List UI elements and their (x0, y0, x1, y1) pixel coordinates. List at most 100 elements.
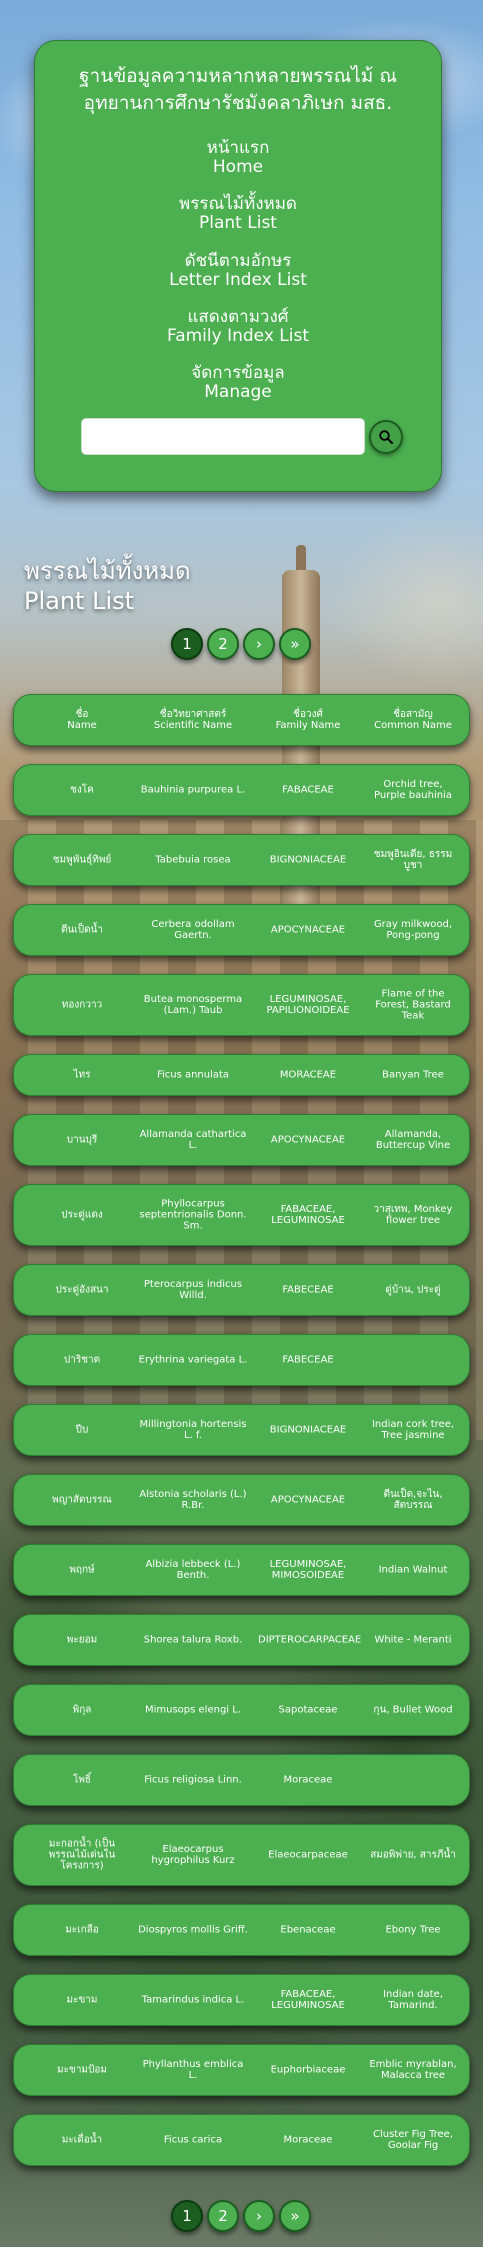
last-page-button[interactable]: » (279, 2200, 311, 2232)
cell-common: Gray milkwood, Pong-pong (373, 919, 453, 941)
nav-plant-list-en: Plant List (199, 213, 277, 233)
next-page-button[interactable]: › (243, 628, 275, 660)
cell-name: พญาสัตบรรณ (52, 1494, 112, 1506)
cell-name: ไทร (73, 1069, 91, 1081)
table-row[interactable]: ตีนเป็ดน้ำ Cerbera odollam Gaertn. APOCY… (13, 904, 470, 956)
page-1-button[interactable]: 1 (171, 628, 203, 660)
table-row[interactable]: โพธิ์ Ficus religiosa Linn. Moraceae (13, 1754, 470, 1806)
cell-common: ชมพูอินเดีย, ธรรมบูชา (373, 849, 453, 871)
cell-family: BIGNONIACEAE (269, 854, 347, 866)
cell-scientific: Phyllanthus emblica L. (142, 2059, 244, 2081)
table-row[interactable]: มะเดื่อน้ำ Ficus carica Moraceae Cluster… (13, 2114, 470, 2166)
cell-family: Ebenaceae (280, 1924, 336, 1936)
nav-family-index-en: Family Index List (166, 326, 310, 346)
table-row[interactable]: ปาริชาต Erythrina variegata L. FABECEAE (13, 1334, 470, 1386)
cell-family: BIGNONIACEAE (269, 1424, 347, 1436)
header-common-th: ชื่อสามัญ (393, 709, 433, 720)
cell-common: Indian date, Tamarind. (383, 1989, 443, 2011)
cell-scientific: Phyllocarpus septentrionalis Donn. Sm. (139, 1198, 247, 1232)
cell-family: Elaeocarpaceae (268, 1849, 348, 1861)
table-row[interactable]: บานบุรี Allamanda cathartica L. APOCYNAC… (13, 1114, 470, 1166)
cell-name: พฤกษ์ (69, 1564, 95, 1576)
cell-common: Emblic myrablan, Malacca tree (369, 2059, 457, 2081)
table-row[interactable]: พิกุล Mimusops elengi L. Sapotaceae กุน,… (13, 1684, 470, 1736)
header-scientific-th: ชื่อวิทยาศาสตร์ (159, 709, 227, 720)
site-title: ฐานข้อมูลความหลากหลายพรรณไม้ ณ อุทยานการ… (53, 63, 423, 117)
cell-family: APOCYNACEAE (270, 1134, 346, 1146)
page-title-en: Plant List (24, 587, 135, 615)
last-page-button[interactable]: » (279, 628, 311, 660)
cell-name: ชมพูพันธุ์ทิพย์ (52, 854, 112, 866)
header-family: ชื่อวงศ์ Family Name (258, 709, 358, 731)
cell-common: กุน, Bullet Wood (373, 1704, 453, 1716)
header-name: ชื่อ Name (36, 709, 128, 731)
cell-family: APOCYNACEAE (270, 924, 346, 936)
table-row[interactable]: มะขามป้อม Phyllanthus emblica L. Euphorb… (13, 2044, 470, 2096)
cell-common: สมอพิพ่าย, สารภีน้ำ (370, 1849, 456, 1861)
nav-plant-list[interactable]: พรรณไม้ทั้งหมด Plant List (35, 195, 441, 233)
next-page-button[interactable]: › (243, 2200, 275, 2232)
table-row[interactable]: พฤกษ์ Albizia lebbeck (L.) Benth. LEGUMI… (13, 1544, 470, 1596)
cell-common: Orchid tree, Purple bauhinia (374, 779, 452, 801)
table-row[interactable]: พะยอม Shorea talura Roxb. DIPTEROCARPACE… (13, 1614, 470, 1666)
cell-family: FABACEAE (282, 784, 334, 796)
cell-scientific: Mimusops elengi L. (144, 1704, 242, 1716)
page-title: พรรณไม้ทั้งหมด Plant List (24, 556, 191, 616)
cell-family: Euphorbiaceae (270, 2064, 346, 2076)
table-row[interactable]: ชงโค Bauhinia purpurea L. FABACEAE Orchi… (13, 764, 470, 816)
double-chevron-right-icon: » (290, 635, 300, 653)
cell-family: FABACEAE, LEGUMINOSAE (271, 1204, 345, 1226)
cell-common: Indian cork tree, Tree jasmine (371, 1419, 455, 1441)
table-header: ชื่อ Name ชื่อวิทยาศาสตร์ Scientific Nam… (13, 694, 470, 746)
table-row[interactable]: พญาสัตบรรณ Alstonia scholaris (L.) R.Br.… (13, 1474, 470, 1526)
site-title-line2: อุทยานการศึกษารัชมังคลาภิเษก มสธ. (83, 92, 393, 114)
table-row[interactable]: มะกอกน้ำ (เป็นพรรณไม้เด่นในโครงการ) Elae… (13, 1824, 470, 1886)
cell-name: มะขาม (66, 1994, 98, 2006)
cell-family: LEGUMINOSAE, MIMOSOIDEAE (269, 1559, 347, 1581)
search-button[interactable] (369, 420, 403, 454)
cell-scientific: Butea monosperma (Lam.) Taub (143, 994, 243, 1016)
table-row[interactable]: มะขาม Tamarindus indica L. FABACEAE, LEG… (13, 1974, 470, 2026)
table-row[interactable]: ปีบ Millingtonia hortensis L. f. BIGNONI… (13, 1404, 470, 1456)
nav-letter-index[interactable]: ดัชนีตามอักษร Letter Index List (35, 252, 441, 290)
cell-scientific: Alstonia scholaris (L.) R.Br. (139, 1489, 247, 1511)
cell-family: APOCYNACEAE (270, 1494, 346, 1506)
table-row[interactable]: ไทร Ficus annulata MORACEAE Banyan Tree (13, 1054, 470, 1096)
cell-common: Ebony Tree (385, 1924, 441, 1936)
nav-family-index[interactable]: แสดงตามวงศ์ Family Index List (35, 308, 441, 346)
table-row[interactable]: ประดู่แดง Phyllocarpus septentrionalis D… (13, 1184, 470, 1246)
nav-letter-index-en: Letter Index List (169, 270, 307, 290)
table-row[interactable]: ชมพูพันธุ์ทิพย์ Tabebuia rosea BIGNONIAC… (13, 834, 470, 886)
cell-scientific: Shorea talura Roxb. (143, 1634, 243, 1646)
pagination-top: 1 2 › » (0, 628, 483, 662)
cell-scientific: Bauhinia purpurea L. (140, 784, 246, 796)
header-name-en: Name (67, 720, 97, 731)
cell-scientific: Pterocarpus indicus Willd. (143, 1279, 243, 1301)
cell-scientific: Elaeocarpus hygrophilus Kurz (151, 1844, 235, 1866)
background-spire (296, 545, 306, 585)
page-2-button[interactable]: 2 (207, 628, 239, 660)
table-row[interactable]: ประดู่อังสนา Pterocarpus indicus Willd. … (13, 1264, 470, 1316)
cell-common: Indian Walnut (378, 1564, 448, 1576)
cell-common: วาสุเทพ, Monkey flower tree (373, 1204, 453, 1226)
chevron-right-icon: › (256, 635, 262, 653)
cell-family: Sapotaceae (278, 1704, 338, 1716)
cell-scientific: Millingtonia hortensis L. f. (139, 1419, 247, 1441)
search-input[interactable] (81, 418, 365, 455)
cell-family: FABECEAE (282, 1284, 334, 1296)
cell-family: Moraceae (283, 2134, 333, 2146)
cell-common: ตีนเป็ด,จะไน, สัตบรรณ (383, 1489, 443, 1511)
page-title-th: พรรณไม้ทั้งหมด (24, 557, 191, 585)
cell-name: ปาริชาต (63, 1354, 101, 1366)
table-row[interactable]: ทองกวาว Butea monosperma (Lam.) Taub LEG… (13, 974, 470, 1036)
cell-common: White - Meranti (374, 1634, 452, 1646)
page-2-button[interactable]: 2 (207, 2200, 239, 2232)
page-1-button[interactable]: 1 (171, 2200, 203, 2232)
cell-family: FABECEAE (282, 1354, 334, 1366)
cell-name: ตีนเป็ดน้ำ (60, 924, 104, 936)
table-row[interactable]: มะเกลือ Diospyros mollis Griff. Ebenacea… (13, 1904, 470, 1956)
cell-name: ปีบ (75, 1424, 89, 1436)
cell-name: ทองกวาว (61, 999, 103, 1011)
nav-home[interactable]: หน้าแรก Home (35, 139, 441, 177)
nav-manage[interactable]: จัดการข้อมูล Manage (35, 364, 441, 402)
